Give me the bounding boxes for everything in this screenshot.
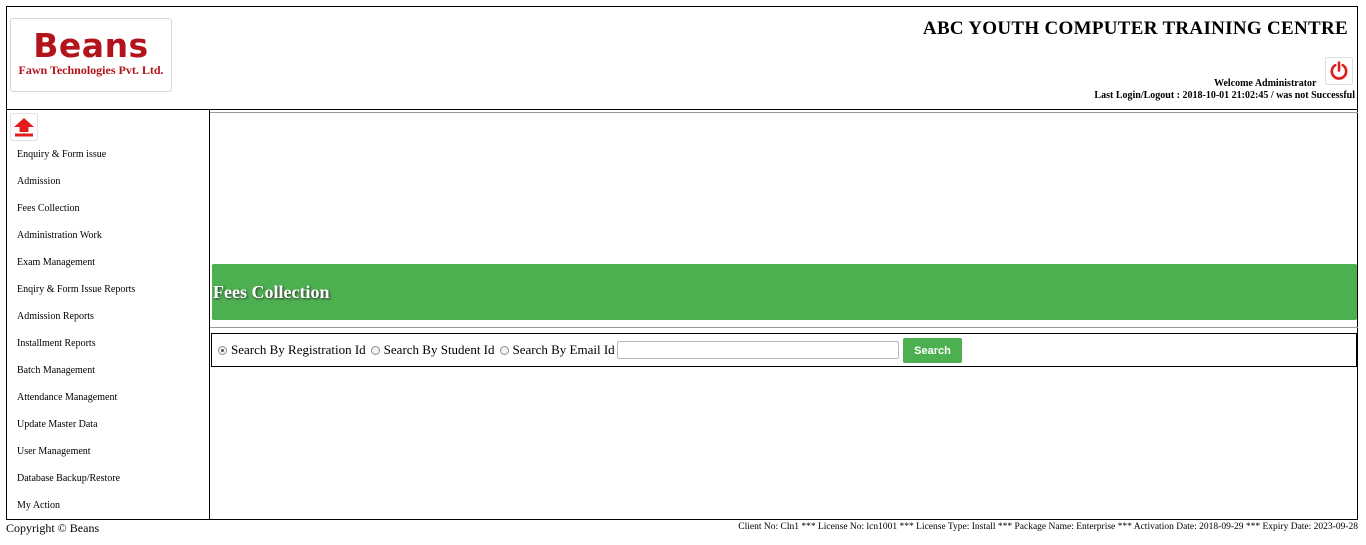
- sidebar-item-admission[interactable]: Admission: [17, 175, 135, 202]
- sidebar-item-enquiry-form-issue[interactable]: Enquiry & Form issue: [17, 148, 135, 175]
- logo-company-name: Fawn Technologies Pvt. Ltd.: [18, 63, 164, 77]
- copyright-text: Copyright © Beans: [6, 521, 100, 535]
- sidebar: Enquiry & Form issue Admission Fees Coll…: [6, 110, 210, 520]
- company-logo: Beans Fawn Technologies Pvt. Ltd.: [10, 18, 172, 92]
- sidebar-item-fees-collection[interactable]: Fees Collection: [17, 202, 135, 229]
- radio-button[interactable]: [499, 345, 509, 355]
- license-info: Client No: Cln1 *** License No: lcn1001 …: [738, 522, 1358, 532]
- radio-label: Search By Email Id: [512, 342, 615, 357]
- section-header: Fees Collection: [212, 264, 1357, 320]
- power-icon: [1330, 61, 1348, 80]
- radio-button[interactable]: [218, 345, 227, 355]
- radio-search-by-registration-id[interactable]: Search By Registration Id: [218, 342, 366, 358]
- radio-search-by-student-id[interactable]: Search By Student Id: [370, 342, 495, 358]
- sidebar-item-attendance-management[interactable]: Attendance Management: [17, 391, 135, 418]
- content-top-divider: [210, 112, 1358, 113]
- last-login-text: Last Login/Logout : 2018-10-01 21:02:45 …: [1094, 90, 1355, 101]
- sidebar-item-exam-management[interactable]: Exam Management: [17, 256, 135, 283]
- sidebar-item-administration-work[interactable]: Administration Work: [17, 229, 135, 256]
- sidebar-menu: Enquiry & Form issue Admission Fees Coll…: [17, 148, 135, 526]
- sidebar-item-database-backup-restore[interactable]: Database Backup/Restore: [17, 472, 135, 499]
- search-panel: Search By Registration Id Search By Stud…: [211, 333, 1357, 367]
- search-input[interactable]: [617, 341, 899, 359]
- logo-brand-name: Beans: [33, 26, 149, 65]
- search-type-radio-group: Search By Registration Id Search By Stud…: [218, 342, 620, 358]
- radio-search-by-email-id[interactable]: Search By Email Id: [499, 342, 615, 358]
- scroll-up-button[interactable]: [10, 113, 38, 141]
- radio-label: Search By Registration Id: [231, 342, 366, 357]
- page-title: Fees Collection: [213, 282, 330, 302]
- welcome-text: Welcome Administrator: [1214, 78, 1317, 89]
- sidebar-item-installment-reports[interactable]: Installment Reports: [17, 337, 135, 364]
- organization-title: ABC YOUTH COMPUTER TRAINING CENTRE: [922, 18, 1348, 39]
- arrow-up-icon: [14, 118, 34, 137]
- section-divider: [210, 327, 1358, 328]
- search-button[interactable]: Search: [903, 338, 962, 363]
- sidebar-item-update-master-data[interactable]: Update Master Data: [17, 418, 135, 445]
- logout-button[interactable]: [1325, 57, 1353, 85]
- sidebar-item-batch-management[interactable]: Batch Management: [17, 364, 135, 391]
- sidebar-item-enquiry-reports[interactable]: Enqiry & Form Issue Reports: [17, 283, 135, 310]
- radio-label: Search By Student Id: [383, 342, 495, 357]
- sidebar-item-admission-reports[interactable]: Admission Reports: [17, 310, 135, 337]
- sidebar-item-user-management[interactable]: User Management: [17, 445, 135, 472]
- radio-button[interactable]: [370, 345, 380, 355]
